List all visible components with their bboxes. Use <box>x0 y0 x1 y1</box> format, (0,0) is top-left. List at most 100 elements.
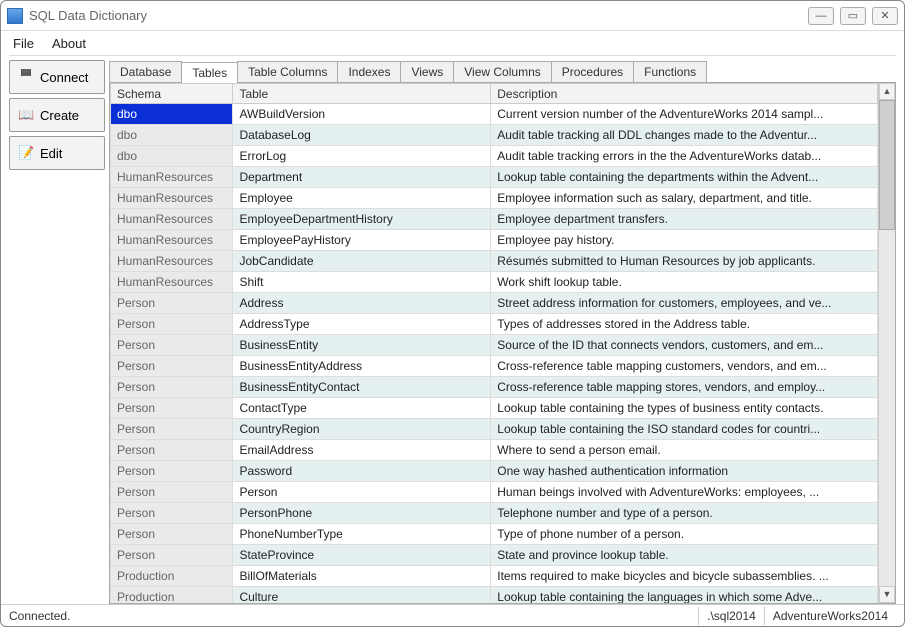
main-panel: DatabaseTablesTable ColumnsIndexesViewsV… <box>109 60 896 604</box>
header-description[interactable]: Description <box>491 84 878 104</box>
table-header-row: Schema Table Description <box>111 84 878 104</box>
cell-schema: HumanResources <box>111 230 233 251</box>
table-row[interactable]: HumanResourcesShiftWork shift lookup tab… <box>111 272 878 293</box>
edit-icon <box>18 145 34 161</box>
edit-label: Edit <box>40 146 62 161</box>
vertical-scrollbar[interactable]: ▲ ▼ <box>878 83 895 603</box>
titlebar: SQL Data Dictionary — ▭ ✕ <box>1 1 904 31</box>
table-row[interactable]: HumanResourcesEmployeeEmployee informati… <box>111 188 878 209</box>
cell-table: AWBuildVersion <box>233 104 491 125</box>
table-row[interactable]: PersonPasswordOne way hashed authenticat… <box>111 461 878 482</box>
cell-table: Password <box>233 461 491 482</box>
close-button[interactable]: ✕ <box>872 7 898 25</box>
cell-table: DatabaseLog <box>233 125 491 146</box>
cell-description: Lookup table containing the departments … <box>491 167 878 188</box>
tabs: DatabaseTablesTable ColumnsIndexesViewsV… <box>109 60 896 82</box>
tab-views[interactable]: Views <box>400 61 454 82</box>
header-table[interactable]: Table <box>233 84 491 104</box>
cell-description: Employee information such as salary, dep… <box>491 188 878 209</box>
grid-scroll[interactable]: Schema Table Description dboAWBuildVersi… <box>110 83 878 603</box>
tab-table-columns[interactable]: Table Columns <box>237 61 338 82</box>
tab-view-columns[interactable]: View Columns <box>453 61 551 82</box>
cell-table: Address <box>233 293 491 314</box>
table-row[interactable]: dboDatabaseLogAudit table tracking all D… <box>111 125 878 146</box>
create-button[interactable]: Create <box>9 98 105 132</box>
cell-table: PersonPhone <box>233 503 491 524</box>
table-row[interactable]: PersonBusinessEntityAddressCross-referen… <box>111 356 878 377</box>
table-row[interactable]: PersonAddressTypeTypes of addresses stor… <box>111 314 878 335</box>
table-row[interactable]: PersonBusinessEntitySource of the ID tha… <box>111 335 878 356</box>
menu-file[interactable]: File <box>13 36 34 51</box>
tab-procedures[interactable]: Procedures <box>551 61 634 82</box>
cell-description: Street address information for customers… <box>491 293 878 314</box>
cell-schema: HumanResources <box>111 167 233 188</box>
cell-schema: HumanResources <box>111 272 233 293</box>
cell-schema: Production <box>111 587 233 604</box>
database-icon <box>18 69 34 85</box>
table-row[interactable]: PersonPhoneNumberTypeType of phone numbe… <box>111 524 878 545</box>
cell-table: ErrorLog <box>233 146 491 167</box>
cell-table: BusinessEntity <box>233 335 491 356</box>
table-row[interactable]: PersonCountryRegionLookup table containi… <box>111 419 878 440</box>
menu-about[interactable]: About <box>52 36 86 51</box>
cell-schema: dbo <box>111 104 233 125</box>
table-row[interactable]: PersonBusinessEntityContactCross-referen… <box>111 377 878 398</box>
table-row[interactable]: PersonAddressStreet address information … <box>111 293 878 314</box>
tables-table: Schema Table Description dboAWBuildVersi… <box>110 83 878 603</box>
cell-schema: Person <box>111 419 233 440</box>
cell-description: Lookup table containing the types of bus… <box>491 398 878 419</box>
cell-schema: HumanResources <box>111 209 233 230</box>
table-row[interactable]: PersonStateProvinceState and province lo… <box>111 545 878 566</box>
book-icon <box>18 107 34 123</box>
table-row[interactable]: HumanResourcesDepartmentLookup table con… <box>111 167 878 188</box>
cell-description: One way hashed authentication informatio… <box>491 461 878 482</box>
maximize-button[interactable]: ▭ <box>840 7 866 25</box>
table-row[interactable]: PersonContactTypeLookup table containing… <box>111 398 878 419</box>
cell-table: Shift <box>233 272 491 293</box>
table-row[interactable]: HumanResourcesEmployeePayHistoryEmployee… <box>111 230 878 251</box>
table-row[interactable]: dboAWBuildVersionCurrent version number … <box>111 104 878 125</box>
status-server: .\sql2014 <box>698 607 764 625</box>
table-row[interactable]: PersonPersonHuman beings involved with A… <box>111 482 878 503</box>
tab-indexes[interactable]: Indexes <box>337 61 401 82</box>
status-text: Connected. <box>9 609 698 623</box>
cell-table: BusinessEntityAddress <box>233 356 491 377</box>
tab-database[interactable]: Database <box>109 61 182 82</box>
cell-schema: Person <box>111 335 233 356</box>
tab-functions[interactable]: Functions <box>633 61 707 82</box>
cell-table: StateProvince <box>233 545 491 566</box>
table-row[interactable]: HumanResourcesEmployeeDepartmentHistoryE… <box>111 209 878 230</box>
grid: Schema Table Description dboAWBuildVersi… <box>109 82 896 604</box>
tab-tables[interactable]: Tables <box>181 62 238 83</box>
cell-description: Résumés submitted to Human Resources by … <box>491 251 878 272</box>
table-row[interactable]: PersonEmailAddressWhere to send a person… <box>111 440 878 461</box>
cell-table: EmailAddress <box>233 440 491 461</box>
cell-schema: Person <box>111 503 233 524</box>
scroll-thumb[interactable] <box>879 100 895 230</box>
cell-schema: Person <box>111 356 233 377</box>
header-schema[interactable]: Schema <box>111 84 233 104</box>
minimize-button[interactable]: — <box>808 7 834 25</box>
menubar: File About <box>1 31 904 55</box>
cell-schema: HumanResources <box>111 251 233 272</box>
connect-button[interactable]: Connect <box>9 60 105 94</box>
table-row[interactable]: ProductionBillOfMaterialsItems required … <box>111 566 878 587</box>
table-row[interactable]: ProductionCultureLookup table containing… <box>111 587 878 604</box>
scroll-down-arrow[interactable]: ▼ <box>879 586 895 603</box>
cell-table: CountryRegion <box>233 419 491 440</box>
cell-table: Employee <box>233 188 491 209</box>
cell-schema: Person <box>111 440 233 461</box>
create-label: Create <box>40 108 79 123</box>
cell-description: Type of phone number of a person. <box>491 524 878 545</box>
scroll-track[interactable] <box>879 100 895 586</box>
edit-button[interactable]: Edit <box>9 136 105 170</box>
table-row[interactable]: PersonPersonPhoneTelephone number and ty… <box>111 503 878 524</box>
scroll-up-arrow[interactable]: ▲ <box>879 83 895 100</box>
table-row[interactable]: dboErrorLogAudit table tracking errors i… <box>111 146 878 167</box>
cell-description: Human beings involved with AdventureWork… <box>491 482 878 503</box>
cell-table: EmployeePayHistory <box>233 230 491 251</box>
content: Connect Create Edit DatabaseTablesTable … <box>1 56 904 604</box>
cell-description: Audit table tracking errors in the the A… <box>491 146 878 167</box>
table-row[interactable]: HumanResourcesJobCandidateRésumés submit… <box>111 251 878 272</box>
cell-description: Types of addresses stored in the Address… <box>491 314 878 335</box>
